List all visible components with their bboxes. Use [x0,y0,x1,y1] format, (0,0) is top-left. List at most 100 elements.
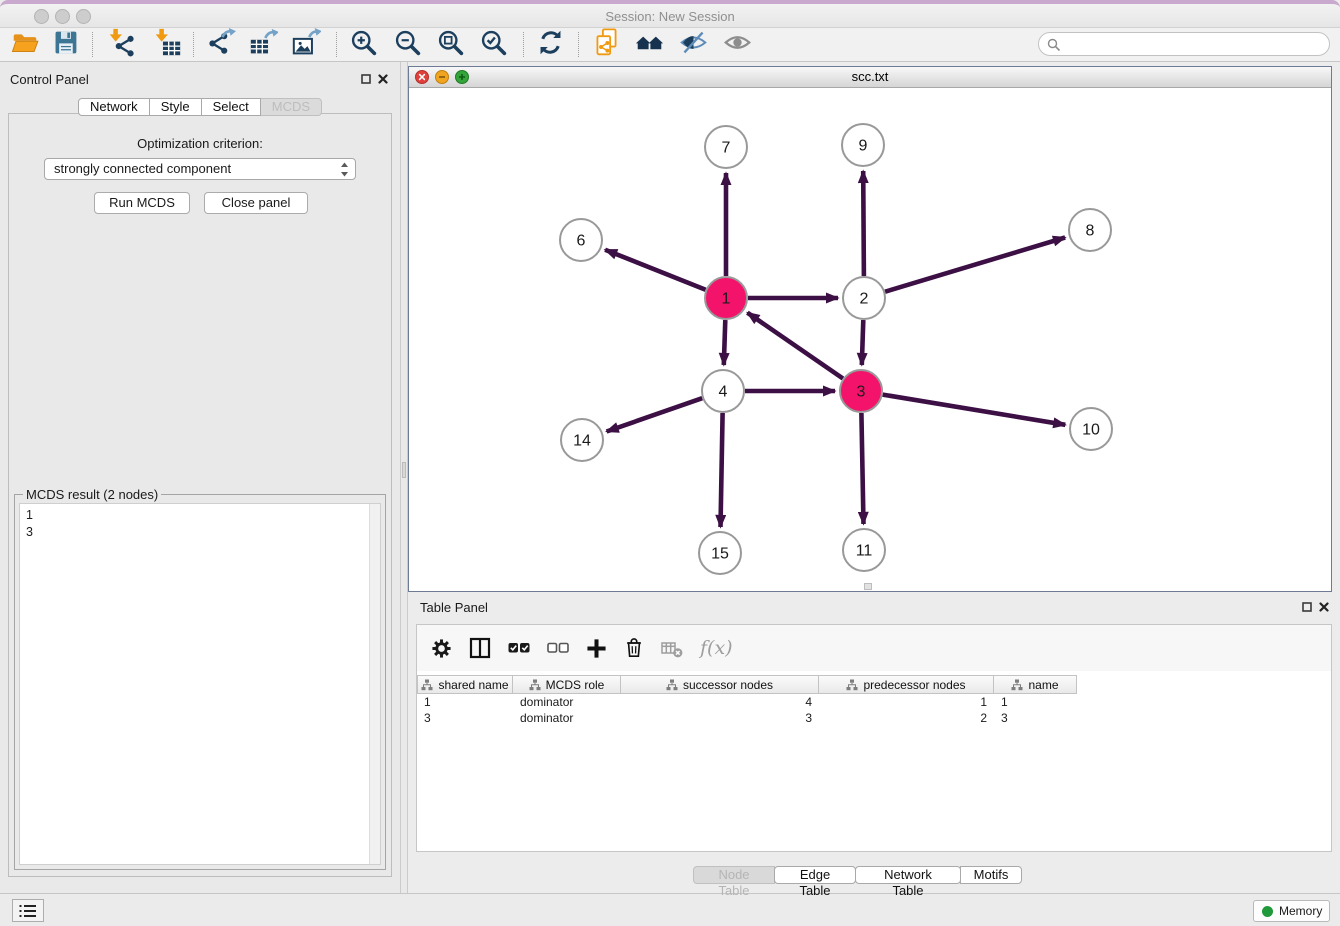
graph-node-1[interactable]: 1 [705,277,747,319]
node-table-container: f(x) shared nameMCDS rolesuccessor nodes… [416,624,1332,852]
graph-edge-1-4[interactable] [724,320,726,365]
optimization-criterion-select[interactable]: strongly connected component [44,158,356,180]
search-input[interactable] [1065,35,1321,53]
table-tabs: Node TableEdge TableNetwork TableMotifs [693,866,1022,884]
deselect-all-button[interactable] [547,637,569,659]
table-row[interactable]: 3dominator323 [417,710,1330,726]
close-panel-button[interactable] [377,73,389,85]
column-type-icon [529,679,541,691]
tab-network[interactable]: Network [78,98,150,116]
graph-node-15[interactable]: 15 [699,532,741,574]
network-minimize-button[interactable] [435,70,449,84]
export-network-icon [207,28,236,62]
graph-edge-4-15[interactable] [721,413,723,527]
window-title: Session: New Session [0,9,1340,24]
close-mcds-panel-button[interactable]: Close panel [204,192,308,214]
hide-panel-button[interactable] [676,29,710,61]
tab-motifs[interactable]: Motifs [960,866,1022,884]
graph-node-2[interactable]: 2 [843,277,885,319]
graph-edge-2-9[interactable] [863,171,864,276]
optimization-criterion-value: strongly connected component [54,161,231,176]
zoom-selected-button[interactable] [476,29,510,61]
graph-node-10[interactable]: 10 [1070,408,1112,450]
tab-mcds[interactable]: MCDS [260,98,322,116]
open-session-button[interactable] [8,29,42,61]
toolbar-separator [193,32,194,57]
memory-button[interactable]: Memory [1253,900,1330,922]
zoom-fit-button[interactable] [433,29,467,61]
graph-node-4[interactable]: 4 [702,370,744,412]
graph-edge-2-3[interactable] [862,320,864,365]
splitter-handle[interactable] [402,462,406,478]
result-scrollbar[interactable] [369,504,380,864]
add-column-button[interactable] [586,638,607,659]
column-header-mcds-role[interactable]: MCDS role [513,675,621,694]
column-header-shared-name[interactable]: shared name [417,675,513,694]
table-row[interactable]: 1dominator411 [417,694,1330,710]
zoom-in-button[interactable] [346,29,380,61]
document-network-icon [592,28,621,62]
graph-node-label: 7 [722,140,731,157]
import-table-icon [153,28,182,62]
close-table-panel-button[interactable] [1318,601,1330,613]
float-table-panel-button[interactable] [1301,601,1313,613]
column-header-predecessor-nodes[interactable]: predecessor nodes [819,675,994,694]
graph-node-3[interactable]: 3 [840,370,882,412]
graph-node-label: 1 [722,291,731,308]
table-cell: 2 [819,710,994,726]
list-icon [19,904,37,918]
optimization-criterion-label: Optimization criterion: [0,136,400,151]
tab-select[interactable]: Select [201,98,261,116]
graph-edge-3-10[interactable] [883,395,1066,425]
graph-edge-4-14[interactable] [607,398,703,431]
split-view-button[interactable] [469,637,491,659]
network-maximize-button[interactable] [455,70,469,84]
show-panel-button[interactable] [720,29,754,61]
graph-node-8[interactable]: 8 [1069,209,1111,251]
apply-layout-button[interactable] [533,29,567,61]
run-mcds-button[interactable]: Run MCDS [94,192,190,214]
save-session-button[interactable] [48,29,82,61]
network-from-document-button[interactable] [589,29,623,61]
tab-network-table[interactable]: Network Table [855,866,961,884]
zoom-out-button[interactable] [390,29,424,61]
graph-edge-2-8[interactable] [885,238,1065,292]
canvas-splitter-handle[interactable] [864,583,872,590]
export-network-button[interactable] [204,29,238,61]
network-window-titlebar[interactable]: scc.txt [409,67,1331,88]
export-table-icon [249,28,278,62]
graph-node-11[interactable]: 11 [843,529,885,571]
graph-node-9[interactable]: 9 [842,124,884,166]
network-close-button[interactable] [415,70,429,84]
export-image-button[interactable] [289,29,323,61]
graph-edge-3-1[interactable] [747,313,843,379]
delete-table-button[interactable] [661,638,683,659]
graph-edge-3-11[interactable] [861,413,863,524]
tab-edge-table[interactable]: Edge Table [774,866,856,884]
table-cell: dominator [513,694,621,710]
column-header-name[interactable]: name [994,675,1077,694]
graph-node-14[interactable]: 14 [561,419,603,461]
graph-edge-1-6[interactable] [605,250,706,290]
tab-node-table[interactable]: Node Table [693,866,775,884]
tab-style[interactable]: Style [149,98,202,116]
column-type-icon [421,679,433,691]
select-all-button[interactable] [508,637,530,659]
float-panel-button[interactable] [360,73,372,85]
export-table-button[interactable] [246,29,280,61]
delete-column-button[interactable] [624,637,644,659]
graph-node-label: 15 [711,546,729,563]
column-header-successor-nodes[interactable]: successor nodes [621,675,819,694]
network-canvas[interactable]: 7 9 6 8 1 2 4 3 14 10 15 11 [409,89,1331,591]
import-network-button[interactable] [104,29,138,61]
task-history-button[interactable] [12,899,44,922]
panel-splitter[interactable] [400,62,408,893]
import-table-button[interactable] [150,29,184,61]
graph-node-label: 11 [856,543,873,560]
graph-node-6[interactable]: 6 [560,219,602,261]
function-builder-button[interactable]: f(x) [700,637,733,659]
mcds-result-textarea[interactable]: 13 [19,503,381,865]
table-settings-button[interactable] [431,638,452,659]
graph-node-7[interactable]: 7 [705,126,747,168]
home-button[interactable] [632,29,666,61]
